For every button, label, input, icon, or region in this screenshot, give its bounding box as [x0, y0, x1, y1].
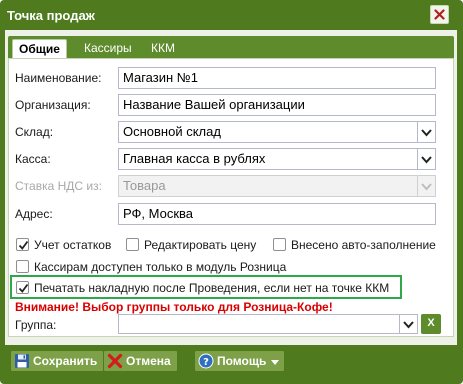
- chevron-down-icon: [421, 183, 432, 191]
- tab-general[interactable]: Общие: [12, 39, 67, 59]
- general-tab-panel: Наименование: Магазин №1 Организация: На…: [8, 58, 454, 337]
- name-field[interactable]: Магазин №1: [118, 67, 436, 89]
- warehouse-label: Склад:: [15, 125, 54, 139]
- name-label: Наименование:: [15, 71, 102, 85]
- print-invoice-checkbox[interactable]: [16, 281, 29, 294]
- organization-label: Организация:: [15, 98, 91, 112]
- autofill-label: Внесено авто-заполнение: [291, 238, 436, 252]
- tab-strip: Общие Кассиры ККМ: [8, 36, 454, 59]
- address-field[interactable]: РФ, Москва: [118, 203, 436, 225]
- stock-accounting-checkbox[interactable]: [16, 238, 29, 251]
- help-button[interactable]: ? Помощь: [194, 350, 286, 372]
- help-button-label: Помощь: [217, 354, 267, 368]
- checkmark-icon: [18, 240, 29, 250]
- window-title: Точка продаж: [7, 8, 95, 23]
- dialog-body: Общие Кассиры ККМ Наименование: Магазин …: [5, 30, 457, 345]
- chevron-down-icon: [421, 129, 432, 137]
- vat-label: Ставка НДС из:: [15, 179, 102, 193]
- caret-down-icon: [271, 360, 280, 365]
- save-button[interactable]: Сохранить: [10, 350, 105, 372]
- warehouse-dropdown-button[interactable]: [418, 121, 436, 143]
- organization-field[interactable]: Название Вашей организации: [118, 94, 436, 116]
- tab-cashiers[interactable]: Кассиры: [78, 39, 138, 59]
- point-of-sale-dialog: Точка продаж Общие Кассиры ККМ Наименова…: [0, 0, 463, 384]
- address-label: Адрес:: [15, 207, 53, 221]
- retail-only-label: Кассирам доступен только в модуль Розниц…: [34, 260, 287, 274]
- vat-select: Товара: [118, 175, 418, 197]
- save-button-label: Сохранить: [33, 354, 98, 368]
- stock-accounting-label: Учет остатков: [34, 238, 112, 252]
- chevron-down-icon: [403, 321, 414, 329]
- group-dropdown-button[interactable]: [400, 314, 418, 334]
- retail-only-checkbox[interactable]: [16, 260, 29, 273]
- vat-dropdown-button: [418, 175, 436, 197]
- cashbox-label: Касса:: [15, 152, 51, 166]
- print-invoice-label: Печатать накладную после Проведения, есл…: [34, 281, 390, 295]
- group-clear-button[interactable]: X: [421, 314, 441, 334]
- chevron-down-icon: [421, 156, 432, 164]
- svg-text:?: ?: [203, 357, 209, 368]
- group-label: Группа:: [15, 318, 57, 332]
- cashbox-select[interactable]: Главная касса в рублях: [118, 148, 418, 170]
- autofill-checkbox[interactable]: [273, 238, 286, 251]
- checkmark-icon: [18, 283, 29, 293]
- title-bar[interactable]: Точка продаж: [0, 0, 463, 30]
- cancel-button-label: Отмена: [126, 354, 171, 368]
- question-icon: ?: [198, 353, 214, 369]
- floppy-disk-icon: [15, 354, 29, 368]
- group-select[interactable]: [118, 314, 400, 334]
- group-warning-text: Внимание! Выбор группы только для Розниц…: [15, 300, 333, 314]
- red-x-icon: [107, 353, 123, 369]
- close-icon: [434, 9, 445, 20]
- warehouse-select[interactable]: Основной склад: [118, 121, 418, 143]
- cancel-button[interactable]: Отмена: [103, 350, 178, 372]
- cashbox-dropdown-button[interactable]: [418, 148, 436, 170]
- edit-price-checkbox[interactable]: [126, 238, 139, 251]
- tab-kkm[interactable]: ККМ: [145, 39, 181, 59]
- close-button[interactable]: [430, 5, 449, 24]
- edit-price-label: Редактировать цену: [144, 238, 257, 252]
